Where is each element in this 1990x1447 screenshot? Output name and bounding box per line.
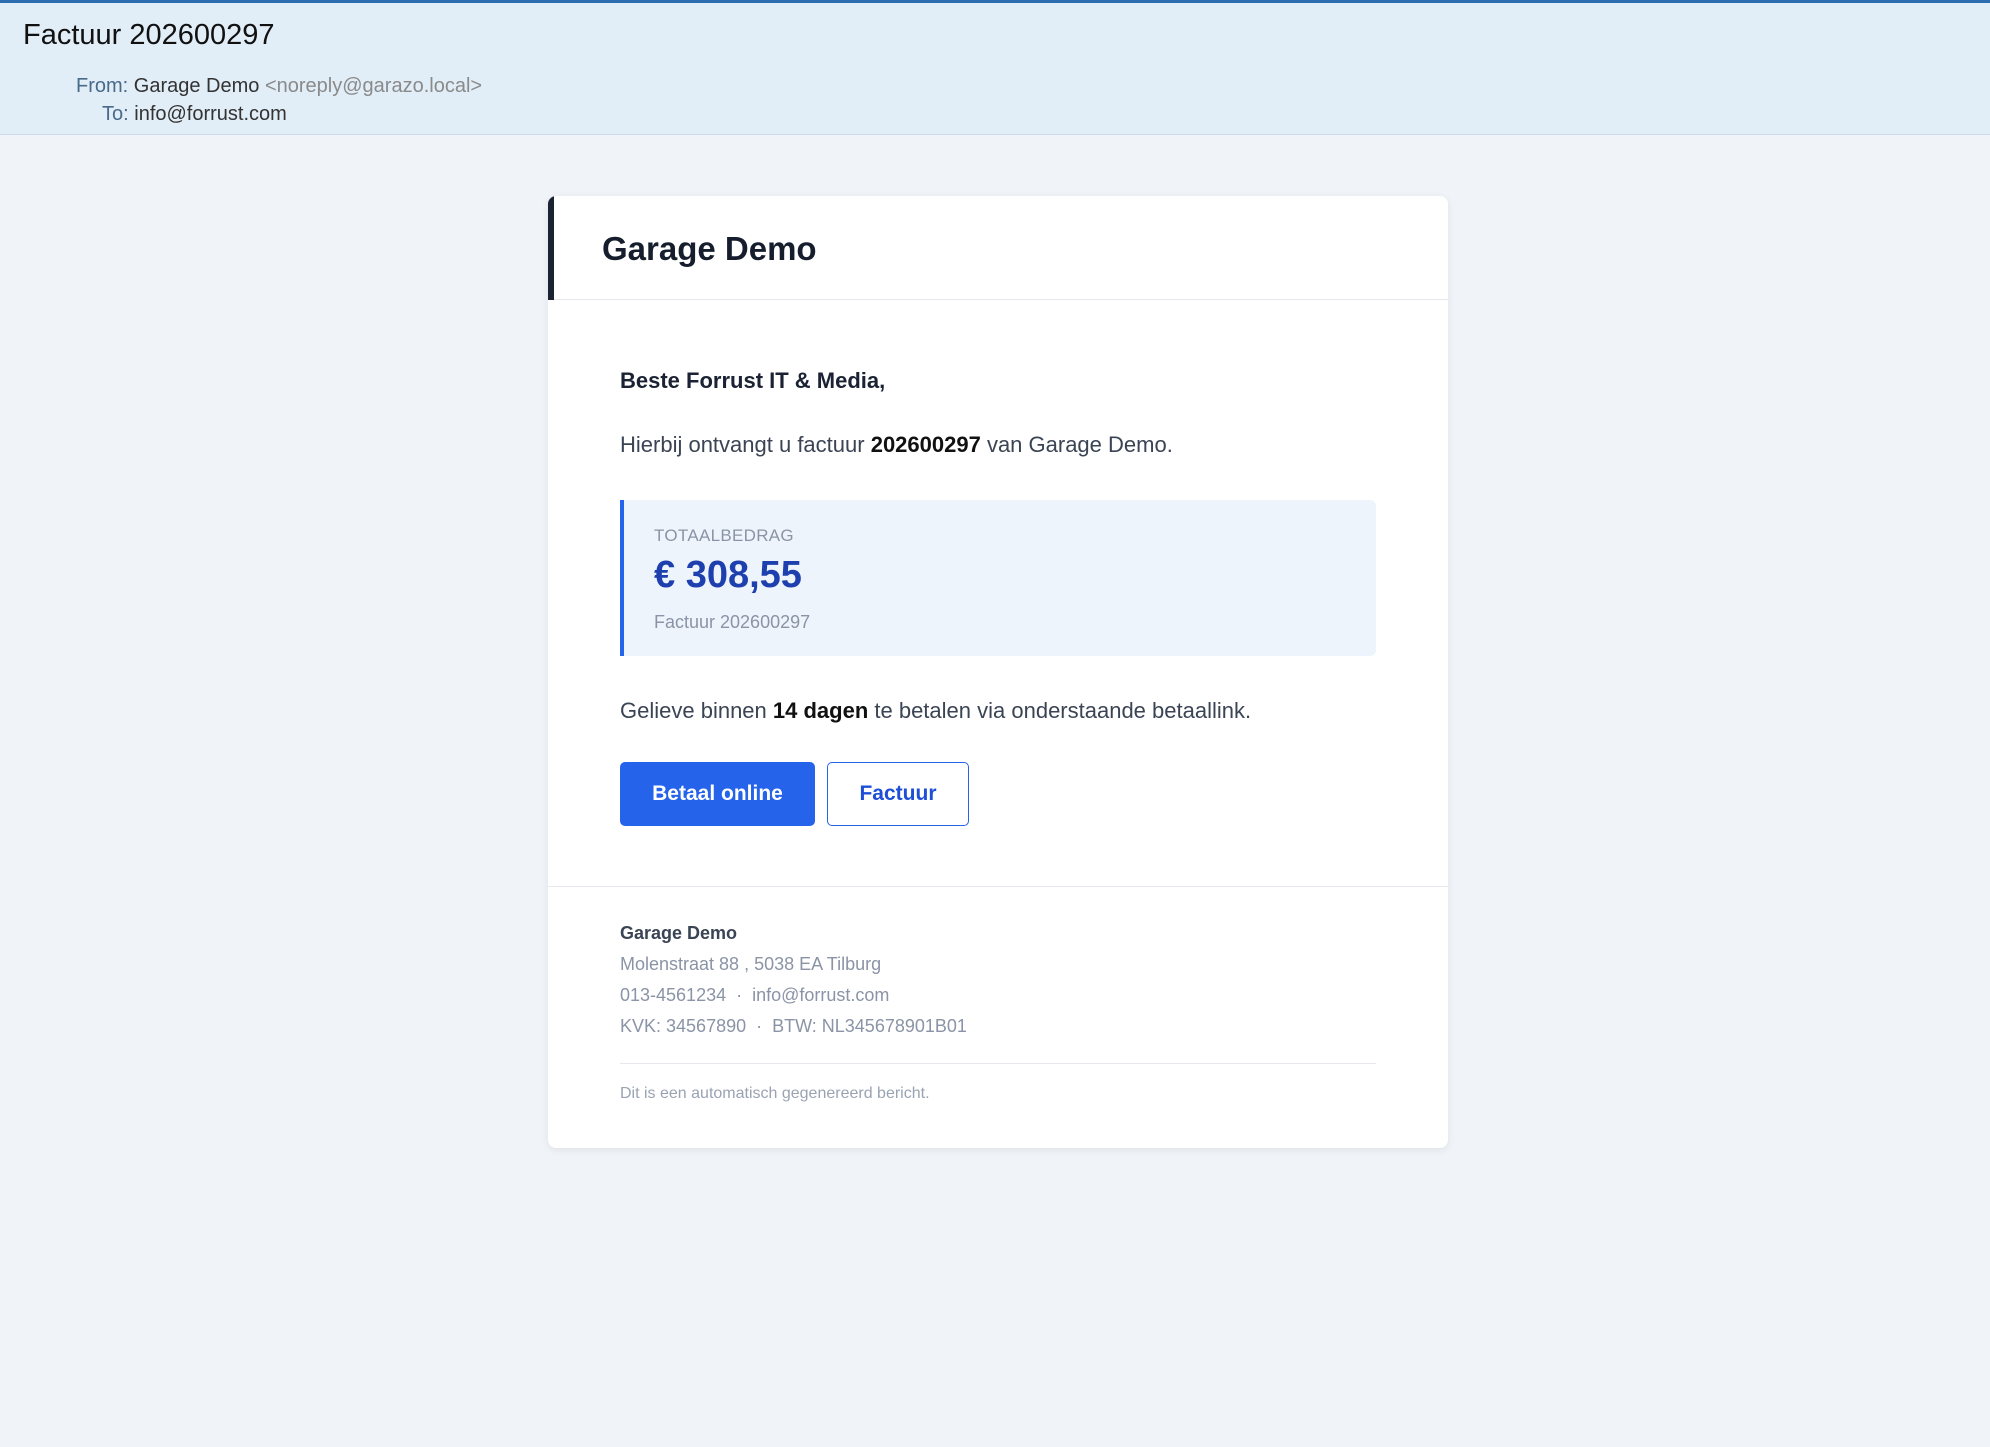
email-from-row: From: Garage Demo <noreply@garazo.local> [76, 75, 482, 98]
pay-after: te betalen via onderstaande betaallink. [868, 698, 1252, 723]
greeting: Beste Forrust IT & Media, [620, 368, 886, 393]
total-amount: € 308,55 [654, 554, 802, 596]
card-header: Garage Demo [548, 196, 1448, 300]
footer-address: Molenstraat 88 , 5038 EA Tilburg [620, 954, 882, 974]
footer-divider [620, 1063, 1376, 1064]
invoice-number: 202600297 [870, 432, 981, 457]
footer-company: Garage Demo [620, 923, 738, 943]
total-invoice-ref: Factuur 202600297 [654, 612, 811, 632]
email-subject: Factuur 202600297 [23, 19, 275, 51]
from-label: From: [76, 75, 129, 97]
header-accent-bar [548, 196, 554, 300]
intro-after: van Garage Demo. [980, 432, 1173, 457]
invoice-email-card: Garage Demo Beste Forrust IT & Media, Hi… [548, 196, 1448, 1148]
from-email: <noreply@garazo.local> [264, 75, 483, 97]
intro-before: Hierbij ontvangt u factuur [620, 432, 871, 457]
footer-contact: 013-4561234 · info@forrust.com [620, 985, 890, 1005]
pay-online-button[interactable]: Betaal online [620, 762, 815, 826]
to-address: info@forrust.com [134, 103, 287, 125]
company-title: Garage Demo [602, 230, 817, 267]
pay-before: Gelieve binnen [620, 698, 773, 723]
total-amount-box: TOTAALBEDRAG € 308,55 Factuur 202600297 [620, 500, 1376, 656]
auto-generated-note: Dit is een automatisch gegenereerd beric… [620, 1085, 930, 1102]
total-label: TOTAALBEDRAG [654, 526, 794, 545]
payment-note: Gelieve binnen 14 dagen te betalen via o… [620, 698, 1251, 724]
intro-text: Hierbij ontvangt u factuur 202600297 van… [620, 432, 1173, 458]
from-name: Garage Demo [133, 75, 260, 97]
payment-term: 14 dagen [772, 698, 869, 723]
email-header: Factuur 202600297 From: Garage Demo <nor… [0, 0, 1990, 135]
email-to-row: To: info@forrust.com [102, 103, 287, 126]
to-label: To: [102, 103, 129, 125]
invoice-button[interactable]: Factuur [827, 762, 969, 826]
footer-registry: KVK: 34567890 · BTW: NL345678901B01 [620, 1016, 967, 1036]
card-footer: Garage Demo Molenstraat 88 , 5038 EA Til… [548, 886, 1448, 1148]
